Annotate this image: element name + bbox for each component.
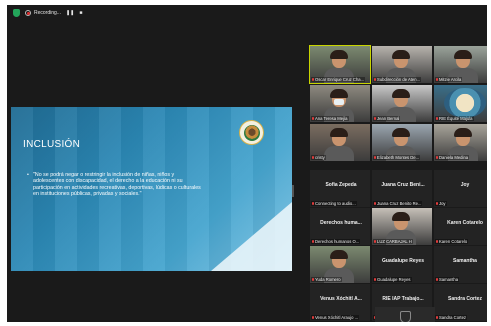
pause-recording-button[interactable]: ❚❚ bbox=[66, 10, 74, 16]
muted-mic-icon bbox=[312, 202, 314, 205]
participant-label: Subdirección de Aten... bbox=[373, 77, 422, 82]
muted-mic-icon bbox=[312, 240, 314, 243]
participant-tile[interactable]: Subdirección de Aten... bbox=[372, 46, 432, 83]
muted-mic-icon bbox=[436, 278, 438, 281]
muted-mic-icon bbox=[374, 156, 376, 159]
person-hair bbox=[392, 128, 410, 137]
person-hair bbox=[454, 128, 472, 137]
muted-mic-icon bbox=[312, 156, 314, 159]
slide-bullet-text: "No se podrá negar o restringir la inclu… bbox=[27, 172, 203, 198]
participant-name: Joy bbox=[460, 182, 470, 188]
participant-label: Derechos humanos O... bbox=[311, 239, 361, 244]
muted-mic-icon bbox=[436, 240, 438, 243]
person-hair bbox=[330, 250, 348, 259]
stop-recording-button[interactable]: ■ bbox=[79, 10, 82, 16]
participant-tile[interactable]: Sofia Zepeda Connecting to audio... bbox=[310, 170, 370, 207]
recording-indicator: Recording... bbox=[25, 10, 61, 16]
participant-tile[interactable]: Yuda Romero bbox=[310, 246, 370, 283]
participant-tile[interactable]: cristy bbox=[310, 124, 370, 161]
slide-decoration bbox=[211, 202, 292, 271]
participant-name: Samantha bbox=[453, 258, 477, 264]
slide-title: INCLUSIÓN bbox=[23, 139, 81, 150]
participant-tile[interactable]: Derechos huma... Derechos humanos O... bbox=[310, 208, 370, 245]
person-mask bbox=[334, 99, 344, 105]
muted-mic-icon bbox=[312, 78, 314, 81]
participant-name: Sofia Zepeda bbox=[325, 182, 357, 188]
participant-label: Yuda Romero bbox=[311, 277, 342, 282]
participant-label: Jean Bernal bbox=[373, 116, 401, 121]
participant-tile[interactable]: Venus Xóchitl A... Venus Xóchitl Araujo .… bbox=[310, 284, 370, 321]
participant-name: Derechos huma... bbox=[320, 220, 362, 226]
person-hair bbox=[392, 212, 410, 221]
participant-label: Guadalupe Reyes bbox=[373, 277, 412, 282]
participant-tile[interactable]: Jean Bernal bbox=[372, 85, 432, 122]
participant-label: Ana Teresa Mejía bbox=[311, 116, 349, 121]
participant-label: cristy bbox=[311, 155, 326, 160]
participant-label: Connecting to audio... bbox=[311, 201, 357, 206]
recording-dot-icon bbox=[25, 10, 31, 16]
participant-label: Joy bbox=[435, 201, 447, 206]
person-hair bbox=[330, 128, 348, 137]
security-shield-icon[interactable] bbox=[13, 9, 20, 17]
person-hair bbox=[330, 89, 348, 98]
muted-mic-icon bbox=[312, 316, 314, 319]
person-hair bbox=[392, 89, 410, 98]
recording-label: Recording... bbox=[34, 10, 61, 16]
shared-screen-slide: INCLUSIÓN "No se podrá negar o restringi… bbox=[11, 107, 292, 271]
person-hair bbox=[454, 50, 472, 59]
participant-tile[interactable]: Joy Joy bbox=[434, 170, 487, 207]
meeting-top-bar: Recording... ❚❚ ■ bbox=[7, 5, 487, 21]
participant-tile[interactable]: Karen Cotarelo Karen Cotarelo bbox=[434, 208, 487, 245]
participant-tile[interactable]: Samantha Samantha bbox=[434, 246, 487, 283]
participant-tile[interactable]: Juana Cruz Beni... Juana Cruz Benito Re..… bbox=[372, 170, 432, 207]
muted-mic-icon bbox=[374, 117, 376, 120]
muted-mic-icon bbox=[312, 278, 314, 281]
participant-label: Karen Cotarelo bbox=[435, 239, 469, 244]
participant-label: Venus Xóchitl Araujo ... bbox=[311, 315, 360, 320]
participant-label: Oscar Enrique Cruz Cha... bbox=[311, 77, 366, 82]
participant-name: Karen Cotarelo bbox=[447, 220, 483, 226]
participant-tile[interactable]: Guadalupe Reyes Guadalupe Reyes bbox=[372, 246, 432, 283]
participant-label: Mitzie Arcila bbox=[435, 77, 463, 82]
person-hair bbox=[392, 50, 410, 59]
participant-tile-partial[interactable] bbox=[375, 307, 435, 322]
participant-tile[interactable]: Oscar Enrique Cruz Cha... bbox=[309, 45, 371, 84]
meeting-window: Recording... ❚❚ ■ INCLUSIÓN "No se podrá… bbox=[7, 5, 487, 322]
muted-mic-icon bbox=[436, 117, 438, 120]
profile-picture bbox=[444, 88, 486, 118]
participant-label: RIE Équité Majula bbox=[435, 116, 474, 121]
muted-mic-icon bbox=[374, 240, 376, 243]
participant-tile[interactable]: Mitzie Arcila bbox=[434, 46, 487, 83]
participant-name: Guadalupe Reyes bbox=[382, 258, 424, 264]
participant-label: Elizabeth Montes De... bbox=[373, 155, 421, 160]
participant-tile[interactable]: Sandra Cortez Sandra Cortez bbox=[434, 284, 487, 321]
muted-mic-icon bbox=[436, 202, 438, 205]
muted-mic-icon bbox=[374, 278, 376, 281]
participant-label: Sandra Cortez bbox=[435, 315, 467, 320]
participant-name: Sandra Cortez bbox=[448, 296, 482, 302]
participant-label: Juana Cruz Benito Re... bbox=[373, 201, 423, 206]
participant-label: Samantha bbox=[435, 277, 460, 282]
person-body bbox=[324, 146, 354, 161]
shield-avatar-icon bbox=[399, 311, 411, 322]
participant-name: RIE IAP Trabajo... bbox=[382, 296, 424, 302]
splitter-handle[interactable] bbox=[292, 185, 294, 197]
muted-mic-icon bbox=[374, 202, 376, 205]
participant-tile[interactable]: LUZ CARBAJAL H bbox=[372, 208, 432, 245]
participant-tile[interactable]: Elizabeth Montes De... bbox=[372, 124, 432, 161]
muted-mic-icon bbox=[436, 78, 438, 81]
person-hair bbox=[330, 50, 348, 59]
muted-mic-icon bbox=[374, 78, 376, 81]
muted-mic-icon bbox=[436, 156, 438, 159]
school-logo bbox=[239, 120, 264, 145]
participant-tile[interactable]: Ana Teresa Mejía bbox=[310, 85, 370, 122]
participant-name: Venus Xóchitl A... bbox=[320, 296, 362, 302]
participant-label: LUZ CARBAJAL H bbox=[373, 239, 413, 244]
participant-tile[interactable]: Daniela Medina bbox=[434, 124, 487, 161]
participant-label: Daniela Medina bbox=[435, 155, 470, 160]
muted-mic-icon bbox=[312, 117, 314, 120]
participant-name: Juana Cruz Beni... bbox=[381, 182, 425, 188]
muted-mic-icon bbox=[436, 316, 438, 319]
participant-tile[interactable]: RIE Équité Majula bbox=[434, 85, 487, 122]
